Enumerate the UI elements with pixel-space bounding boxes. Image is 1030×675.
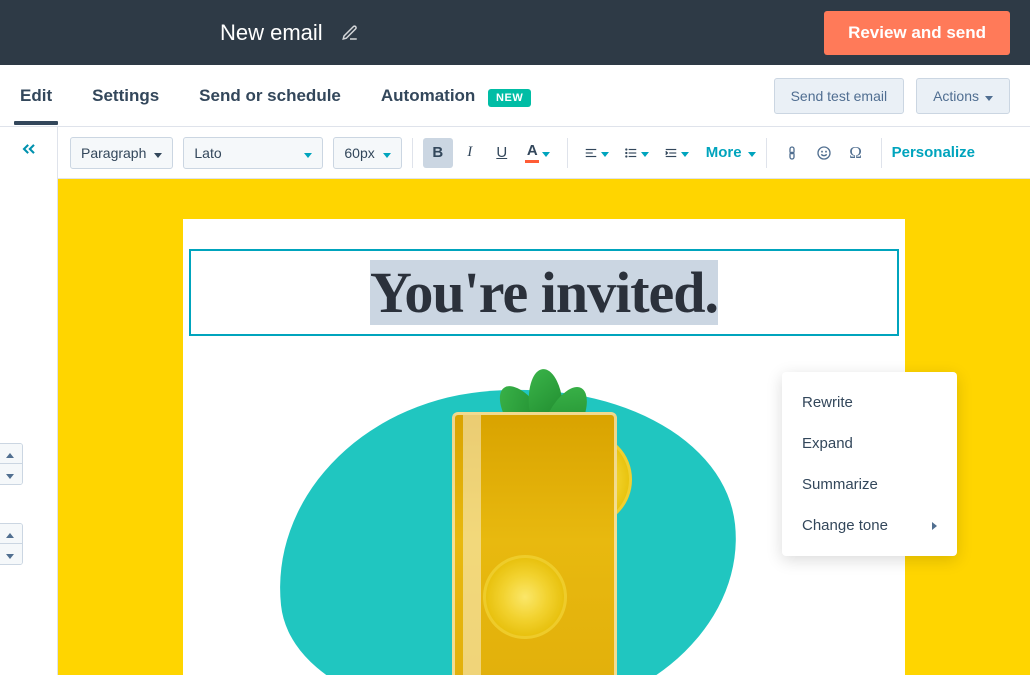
actions-label: Actions (933, 88, 979, 104)
list-button[interactable] (618, 138, 656, 168)
chevron-down-icon (641, 144, 649, 161)
headline-text-block[interactable]: You're invited. (189, 249, 899, 336)
tab-send-or-schedule[interactable]: Send or schedule (199, 68, 341, 124)
context-menu-summarize[interactable]: Summarize (782, 464, 957, 505)
new-badge: NEW (488, 89, 531, 107)
context-menu-expand[interactable]: Expand (782, 423, 957, 464)
separator (412, 138, 413, 168)
separator (881, 138, 882, 168)
separator (567, 138, 568, 168)
step-up-button[interactable] (0, 444, 22, 464)
font-family-value: Lato (194, 145, 221, 161)
spacing-stepper-1 (0, 443, 23, 485)
personalize-button[interactable]: Personalize (892, 144, 975, 161)
spacing-stepper-2 (0, 523, 23, 565)
step-down-button[interactable] (0, 464, 22, 484)
special-character-icon[interactable]: Ω (841, 138, 871, 168)
ai-context-menu: Rewrite Expand Summarize Change tone (782, 372, 957, 556)
align-button[interactable] (578, 138, 616, 168)
send-test-email-button[interactable]: Send test email (774, 78, 905, 114)
email-canvas: You're invited. (58, 179, 1030, 675)
underline-button[interactable]: U (487, 138, 517, 168)
chevron-down-icon (985, 88, 993, 104)
font-size-select[interactable]: 60px (333, 137, 401, 169)
context-menu-label: Summarize (802, 476, 878, 493)
page-title: New email (220, 20, 323, 46)
tab-automation[interactable]: Automation NEW (381, 68, 531, 124)
context-menu-label: Rewrite (802, 394, 853, 411)
collapse-sidebar-button[interactable] (19, 139, 39, 159)
chevron-down-icon (601, 144, 609, 161)
chevron-up-icon (6, 526, 14, 541)
chevron-right-icon (932, 517, 937, 534)
lemon-slice-icon (472, 544, 578, 650)
font-size-value: 60px (344, 145, 374, 161)
chevron-down-icon (681, 144, 689, 161)
indent-button[interactable] (658, 138, 696, 168)
font-family-select[interactable]: Lato (183, 137, 323, 169)
tab-automation-label: Automation (381, 86, 475, 105)
context-menu-change-tone[interactable]: Change tone (782, 505, 957, 546)
more-formatting-button[interactable]: More (706, 144, 756, 161)
context-menu-rewrite[interactable]: Rewrite (782, 382, 957, 423)
chevron-down-icon (304, 145, 312, 161)
chevron-down-icon (748, 144, 756, 161)
chevron-down-icon (542, 144, 550, 161)
context-menu-label: Expand (802, 435, 853, 452)
headline-text: You're invited. (215, 259, 873, 326)
formatting-toolbar: Paragraph Lato 60px B I U A (58, 127, 1030, 179)
main-column: Paragraph Lato 60px B I U A (58, 127, 1030, 675)
review-and-send-button[interactable]: Review and send (824, 11, 1010, 55)
more-label: More (706, 144, 742, 161)
side-rail (0, 127, 58, 675)
editor-area: Paragraph Lato 60px B I U A (0, 127, 1030, 675)
email-content-card: You're invited. (183, 219, 905, 675)
chevron-down-icon (6, 467, 14, 482)
chevron-down-icon (383, 145, 391, 161)
chevron-down-icon (154, 145, 162, 161)
topbar: New email Review and send (0, 0, 1030, 65)
step-up-button[interactable] (0, 524, 22, 544)
paragraph-style-select[interactable]: Paragraph (70, 137, 173, 169)
tabbar: Edit Settings Send or schedule Automatio… (0, 65, 1030, 127)
tab-edit[interactable]: Edit (20, 68, 52, 124)
step-down-button[interactable] (0, 544, 22, 564)
text-color-button[interactable]: A (519, 138, 557, 168)
link-icon[interactable] (777, 138, 807, 168)
italic-button[interactable]: I (455, 138, 485, 168)
paragraph-style-value: Paragraph (81, 145, 146, 161)
pencil-icon[interactable] (341, 24, 359, 42)
chevron-up-icon (6, 446, 14, 461)
context-menu-label: Change tone (802, 517, 888, 534)
bold-button[interactable]: B (423, 138, 453, 168)
separator (766, 138, 767, 168)
glass-illustration (452, 412, 617, 675)
emoji-icon[interactable] (809, 138, 839, 168)
chevron-down-icon (6, 547, 14, 562)
tab-settings[interactable]: Settings (92, 68, 159, 124)
actions-dropdown-button[interactable]: Actions (916, 78, 1010, 114)
